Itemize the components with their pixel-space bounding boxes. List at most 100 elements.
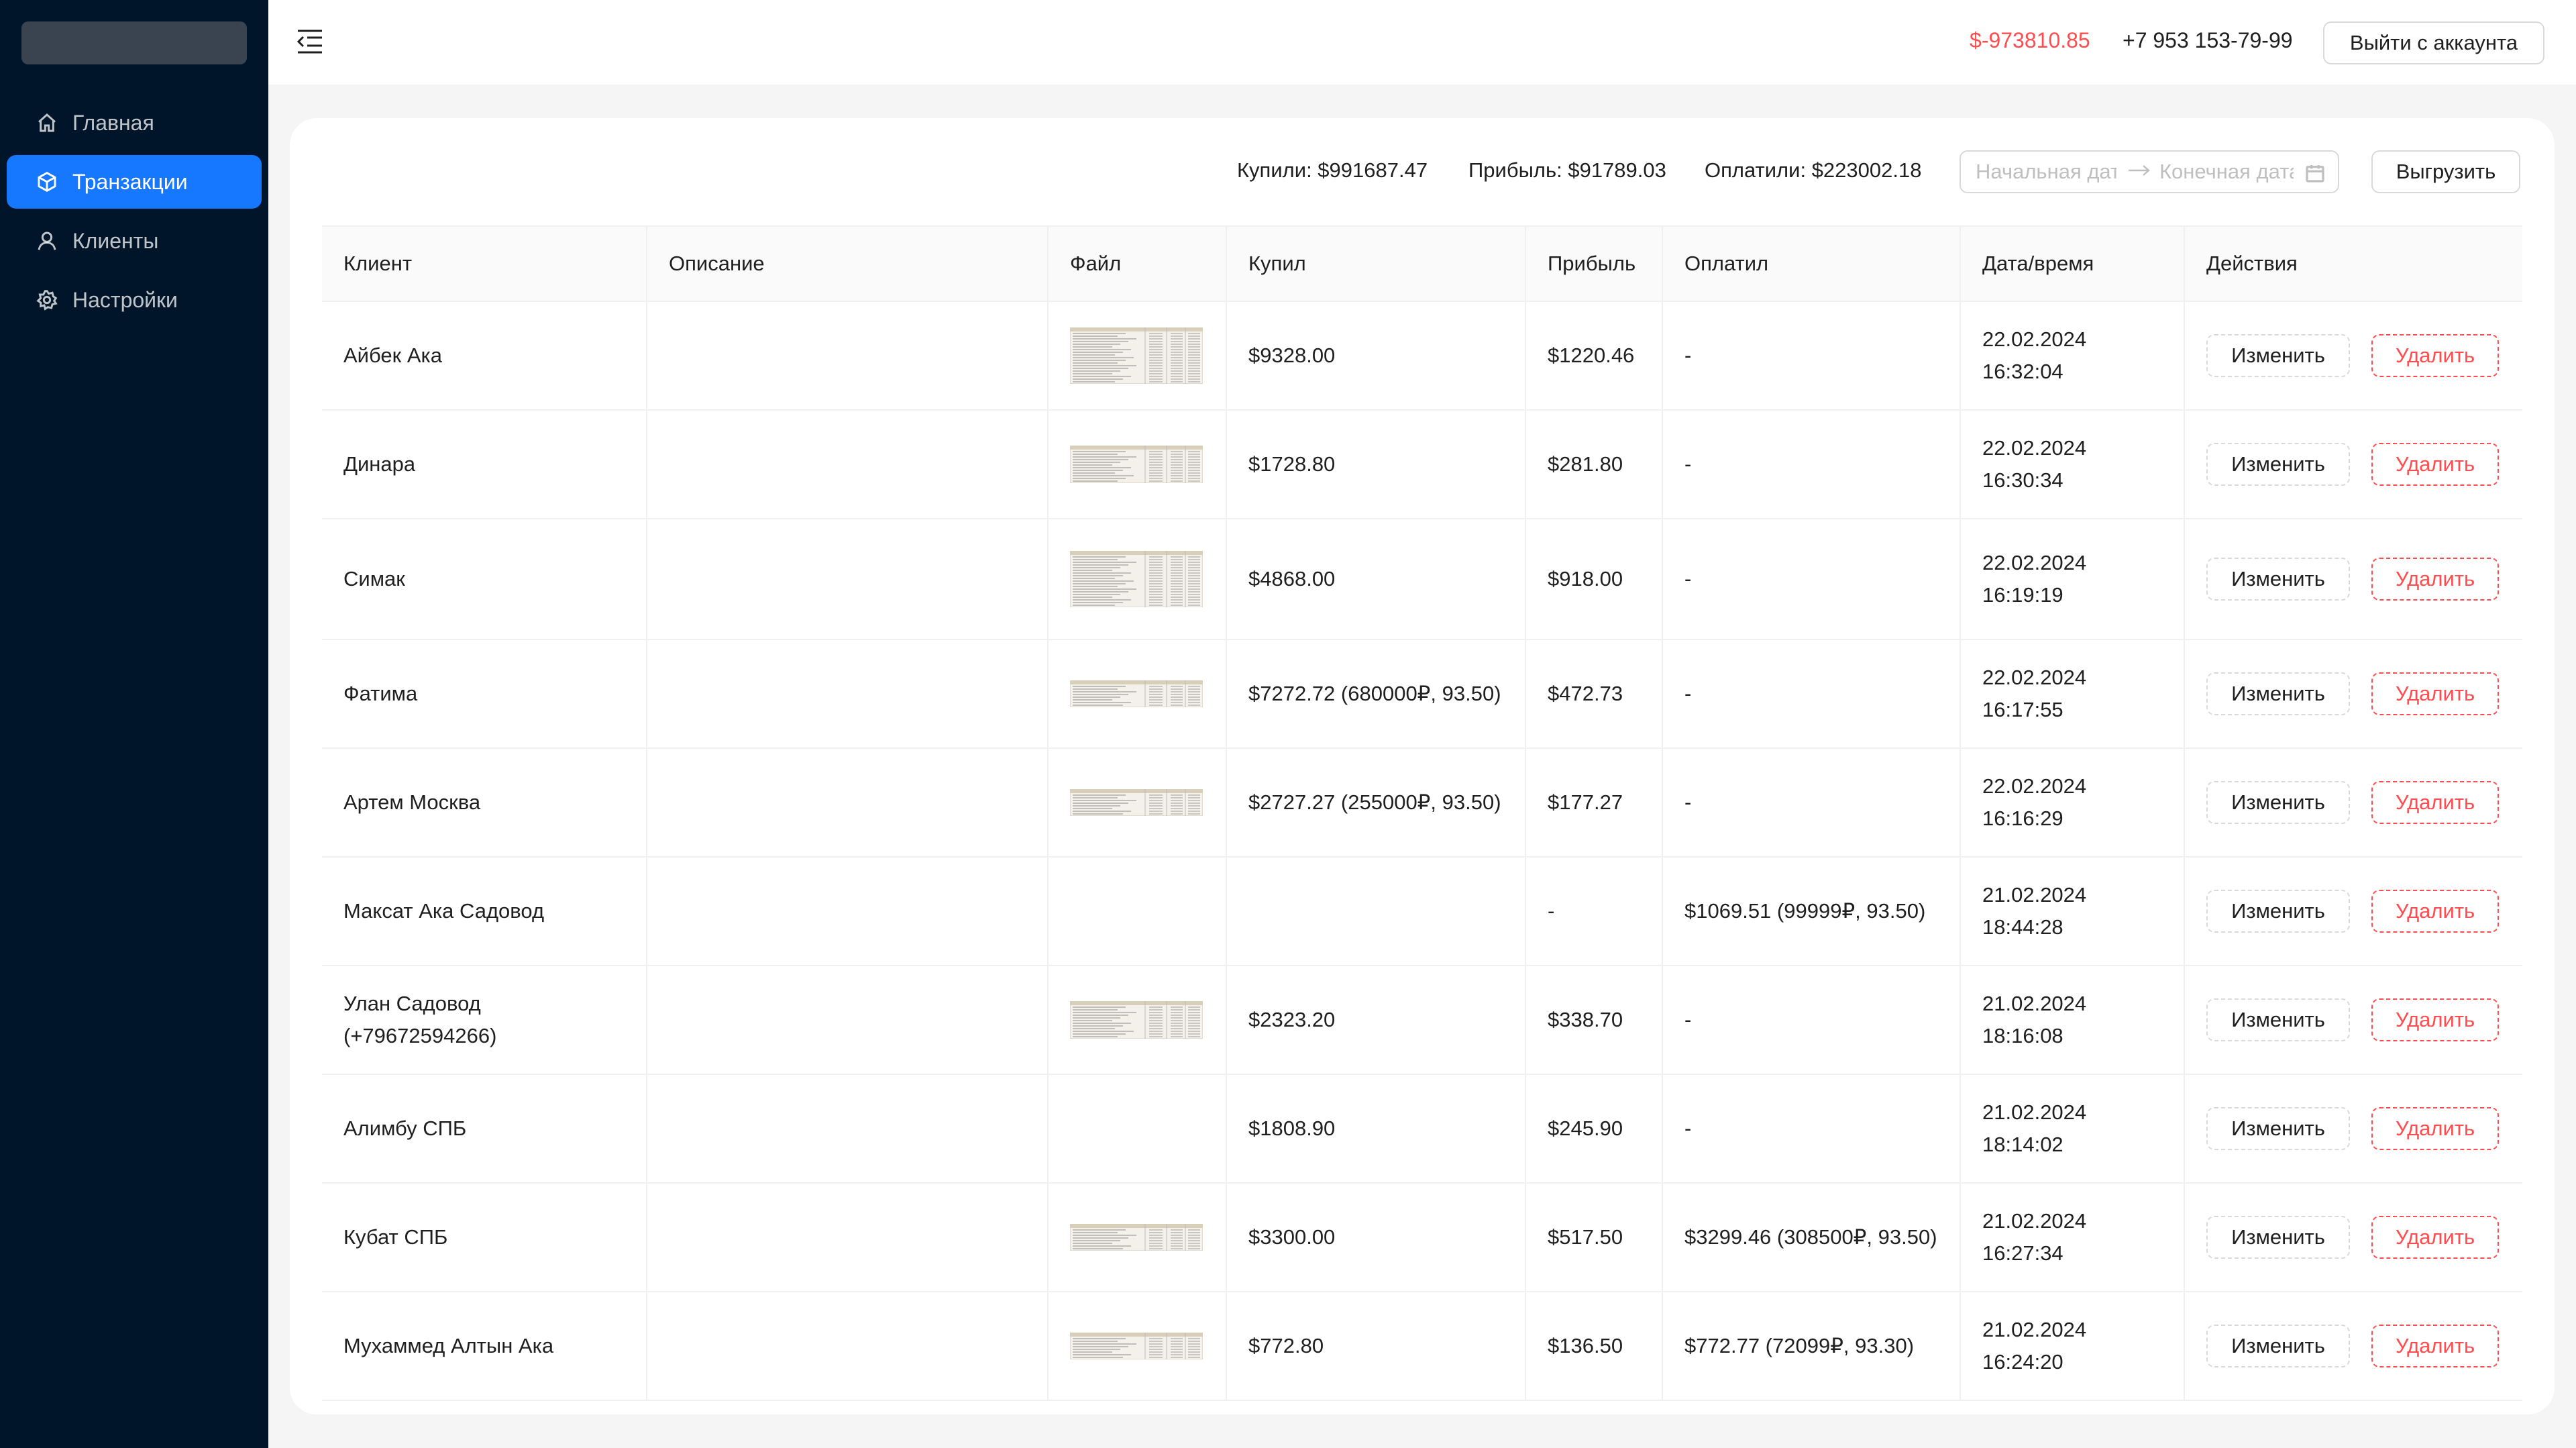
cell-client: Динара [322,410,647,519]
file-thumbnail[interactable] [1069,788,1203,817]
cell-profit: $245.90 [1525,1074,1663,1184]
table-row: Симак $4868.00 $918.00-22.02.2024 16:19:19 И… [322,519,2522,640]
date-text: 22.02.2024 [1982,436,2087,460]
delete-button[interactable]: Удалить [2371,558,2499,601]
cell-bought: $7272.72 (680000₽, 93.50) [1226,639,1526,749]
column-header-file[interactable]: Файл [1048,226,1227,302]
delete-button[interactable]: Удалить [2371,890,2499,933]
cell-client: Симак [322,519,647,640]
calendar-icon[interactable] [2304,162,2326,184]
column-header-description[interactable]: Описание [647,226,1049,302]
sidebar-item-clients[interactable]: Клиенты [7,214,262,268]
sidebar-item-settings[interactable]: Настройки [7,273,262,327]
file-thumbnail[interactable] [1069,327,1203,384]
cell-bought: $9328.00 [1226,301,1526,411]
cell-datetime: 22.02.2024 16:30:34 [1960,410,2185,519]
cell-file [1048,519,1227,640]
row-actions: Изменить Удалить [2206,1325,2501,1367]
column-header-profit[interactable]: Прибыль [1525,226,1663,302]
delete-button[interactable]: Удалить [2371,998,2499,1041]
row-actions: Изменить Удалить [2206,781,2501,824]
table-row: Кубат СПБ $3300.00 $517.50 $3299.46 (308500… [322,1183,2522,1292]
column-header-paid[interactable]: Оплатил [1662,226,1961,302]
delete-button[interactable]: Удалить [2371,1107,2499,1150]
row-actions: Изменить Удалить [2206,1216,2501,1259]
export-button[interactable]: Выгрузить [2371,150,2520,193]
edit-button[interactable]: Изменить [2206,781,2350,824]
cell-client: Артем Москва [322,748,647,858]
edit-button[interactable]: Изменить [2206,672,2350,715]
edit-button[interactable]: Изменить [2206,334,2350,377]
cell-file [1048,966,1227,1075]
delete-button[interactable]: Удалить [2371,672,2499,715]
time-text: 18:14:02 [1982,1133,2063,1156]
column-header-datetime[interactable]: Дата/время [1960,226,2185,302]
row-actions: Изменить Удалить [2206,334,2501,377]
cell-description [647,1074,1049,1184]
time-text: 16:30:34 [1982,468,2063,492]
cell-actions: Изменить Удалить [2184,966,2522,1075]
sidebar-item-home[interactable]: Главная [7,96,262,150]
cell-profit: $136.50 [1525,1292,1663,1401]
delete-button[interactable]: Удалить [2371,781,2499,824]
cell-file [1048,1292,1227,1401]
column-header-actions[interactable]: Действия [2184,226,2522,302]
logout-button[interactable]: Выйти с аккаунта [2323,21,2544,64]
edit-button[interactable]: Изменить [2206,1216,2350,1259]
cell-file [1048,301,1227,411]
cell-bought: $4868.00 [1226,519,1526,640]
paid-total: Оплатили: $223002.18 [1705,158,1922,182]
menu-toggle-icon[interactable] [295,28,325,55]
cell-paid: $1069.51 (99999₽, 93.50) [1662,857,1961,966]
table-row: Айбек Ака $9328.00 $1220.46-22.02.2024 16:3… [322,301,2522,411]
cell-datetime: 21.02.2024 16:27:34 [1960,1183,2185,1292]
cell-file [1048,1183,1227,1292]
delete-button[interactable]: Удалить [2371,1325,2499,1367]
cell-actions: Изменить Удалить [2184,1292,2522,1401]
edit-button[interactable]: Изменить [2206,890,2350,933]
edit-button[interactable]: Изменить [2206,1107,2350,1150]
start-date-input[interactable]: Начальная дата [1976,160,2116,184]
delete-button[interactable]: Удалить [2371,1216,2499,1259]
sidebar-item-transactions[interactable]: Транзакции [7,155,262,209]
cell-profit: $338.70 [1525,966,1663,1075]
cell-datetime: 22.02.2024 16:17:55 [1960,639,2185,749]
cell-bought [1226,857,1526,966]
row-actions: Изменить Удалить [2206,558,2501,601]
edit-button[interactable]: Изменить [2206,998,2350,1041]
date-text: 22.02.2024 [1982,551,2087,574]
cell-datetime: 21.02.2024 18:14:02 [1960,1074,2185,1184]
file-thumbnail[interactable] [1069,1332,1203,1360]
file-thumbnail[interactable] [1069,680,1203,708]
date-range-picker[interactable]: Начальная дата Конечная дата [1960,150,2339,193]
end-date-input[interactable]: Конечная дата [2159,160,2294,184]
edit-button[interactable]: Изменить [2206,443,2350,486]
cell-profit: $281.80 [1525,410,1663,519]
cell-actions: Изменить Удалить [2184,748,2522,858]
column-header-client[interactable]: Клиент [322,226,647,302]
balance-value: $-973810.85 [1970,28,2090,52]
file-thumbnail[interactable] [1069,550,1203,608]
delete-button[interactable]: Удалить [2371,443,2499,486]
sidebar-menu: Главная Транзакции Клиенты Настройки [0,91,268,332]
cell-bought: $2727.27 (255000₽, 93.50) [1226,748,1526,858]
edit-button[interactable]: Изменить [2206,558,2350,601]
delete-button[interactable]: Удалить [2371,334,2499,377]
cell-client: Мухаммед Алтын Ака [322,1292,647,1401]
cell-client: Фатима [322,639,647,749]
bought-total: Купили: $991687.47 [1237,158,1428,182]
time-text: 16:19:19 [1982,583,2063,607]
file-thumbnail[interactable] [1069,445,1203,484]
file-thumbnail[interactable] [1069,1223,1203,1251]
sidebar-item-label: Главная [72,110,154,135]
edit-button[interactable]: Изменить [2206,1325,2350,1367]
cell-paid: - [1662,1074,1961,1184]
cell-file [1048,639,1227,749]
file-thumbnail[interactable] [1069,1000,1203,1039]
cell-actions: Изменить Удалить [2184,639,2522,749]
column-header-bought[interactable]: Купил [1226,226,1526,302]
cell-description [647,519,1049,640]
date-text: 21.02.2024 [1982,1318,2087,1341]
row-actions: Изменить Удалить [2206,998,2501,1041]
cell-actions: Изменить Удалить [2184,857,2522,966]
